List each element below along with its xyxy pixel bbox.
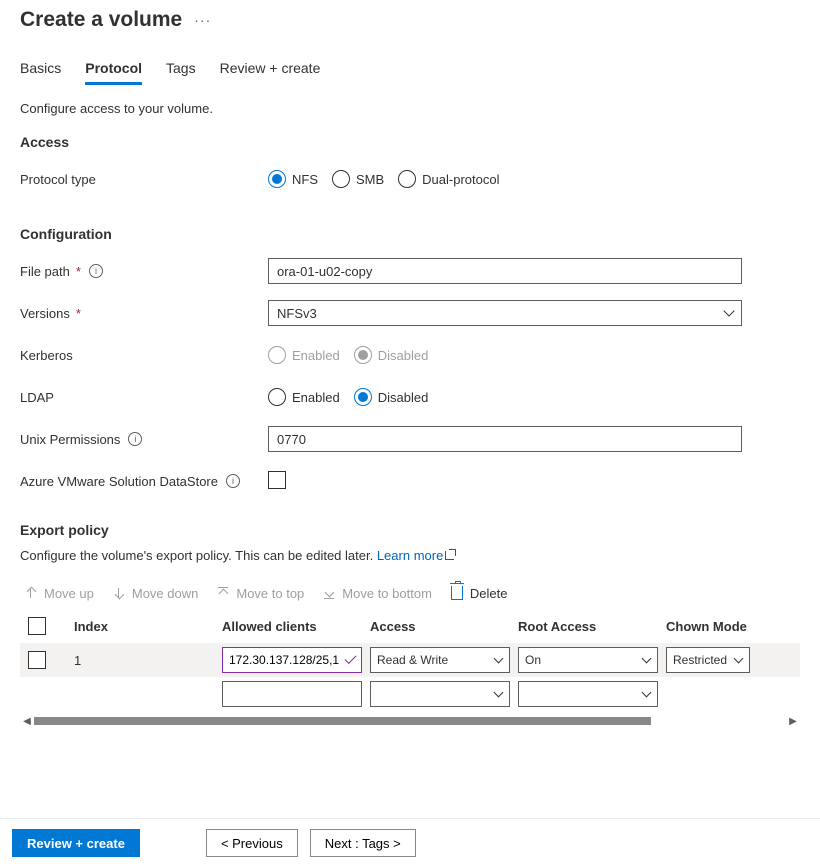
delete-button[interactable]: Delete <box>450 581 508 605</box>
table-row: 1 Read & Write On Restricted <box>20 643 800 677</box>
unix-permissions-input[interactable] <box>268 426 742 452</box>
row-index: 1 <box>74 653 222 668</box>
allowed-clients-input[interactable] <box>222 681 362 707</box>
move-down-button[interactable]: Move down <box>112 581 198 605</box>
learn-more-link[interactable]: Learn more <box>377 548 456 563</box>
wizard-footer: Review + create < Previous Next : Tags > <box>0 818 820 867</box>
section-access: Access <box>20 134 800 150</box>
unix-permissions-label: Unix Permissions i <box>20 432 268 447</box>
move-to-top-button[interactable]: Move to top <box>216 581 304 605</box>
col-index: Index <box>74 619 222 634</box>
protocol-nfs-radio[interactable]: NFS <box>268 170 318 188</box>
kerberos-enabled-radio: Enabled <box>268 346 340 364</box>
access-select[interactable] <box>370 681 510 707</box>
section-export-policy: Export policy <box>20 522 800 538</box>
select-all-checkbox[interactable] <box>28 617 46 635</box>
move-up-button[interactable]: Move up <box>24 581 94 605</box>
file-path-input[interactable] <box>268 258 742 284</box>
radio-dot-icon <box>398 170 416 188</box>
external-link-icon <box>445 549 456 560</box>
next-button[interactable]: Next : Tags > <box>310 829 416 857</box>
kerberos-disabled-radio: Disabled <box>354 346 429 364</box>
root-access-select[interactable]: On <box>518 647 658 673</box>
page-title: Create a volume <box>20 8 182 32</box>
avs-datastore-checkbox[interactable] <box>268 471 286 489</box>
protocol-smb-radio[interactable]: SMB <box>332 170 384 188</box>
arrow-bottom-icon <box>324 587 334 599</box>
radio-dot-icon <box>268 388 286 406</box>
radio-dot-icon <box>268 170 286 188</box>
tab-description: Configure access to your volume. <box>20 101 800 116</box>
arrow-top-icon <box>218 587 228 599</box>
row-checkbox[interactable] <box>28 651 46 669</box>
wizard-tabs: Basics Protocol Tags Review + create <box>20 60 800 85</box>
radio-dot-icon <box>332 170 350 188</box>
access-select[interactable]: Read & Write <box>370 647 510 673</box>
page-header: Create a volume ··· <box>20 8 800 32</box>
arrow-down-icon <box>114 588 124 598</box>
export-policy-table-header: Index Allowed clients Access Root Access… <box>20 611 800 643</box>
chown-mode-select[interactable]: Restricted <box>666 647 750 673</box>
radio-dot-icon <box>354 388 372 406</box>
horizontal-scrollbar[interactable]: ◀ ▶ <box>20 715 800 727</box>
radio-dot-icon <box>354 346 372 364</box>
ldap-disabled-radio[interactable]: Disabled <box>354 388 429 406</box>
root-access-select[interactable] <box>518 681 658 707</box>
protocol-type-label: Protocol type <box>20 172 268 187</box>
avs-datastore-label: Azure VMware Solution DataStore i <box>20 474 268 489</box>
table-row <box>20 677 800 711</box>
tab-protocol[interactable]: Protocol <box>85 60 142 85</box>
tab-review-create[interactable]: Review + create <box>220 60 321 85</box>
export-policy-toolbar: Move up Move down Move to top Move to bo… <box>24 581 800 605</box>
export-policy-description: Configure the volume's export policy. Th… <box>20 548 800 563</box>
info-icon[interactable]: i <box>226 474 240 488</box>
tab-basics[interactable]: Basics <box>20 60 61 85</box>
tab-tags[interactable]: Tags <box>166 60 196 85</box>
scroll-thumb[interactable] <box>34 717 651 725</box>
move-to-bottom-button[interactable]: Move to bottom <box>322 581 432 605</box>
ldap-label: LDAP <box>20 390 268 405</box>
scroll-right-icon[interactable]: ▶ <box>786 716 800 727</box>
section-configuration: Configuration <box>20 226 800 242</box>
more-actions-icon[interactable]: ··· <box>194 12 211 28</box>
allowed-clients-input[interactable] <box>222 647 362 673</box>
col-access: Access <box>370 619 518 634</box>
file-path-label: File path* i <box>20 264 268 279</box>
col-root-access: Root Access <box>518 619 666 634</box>
info-icon[interactable]: i <box>89 264 103 278</box>
info-icon[interactable]: i <box>128 432 142 446</box>
versions-label: Versions* <box>20 306 268 321</box>
protocol-type-group: NFS SMB Dual-protocol <box>268 170 742 188</box>
kerberos-label: Kerberos <box>20 348 268 363</box>
ldap-enabled-radio[interactable]: Enabled <box>268 388 340 406</box>
protocol-dual-radio[interactable]: Dual-protocol <box>398 170 499 188</box>
col-chown-mode: Chown Mode <box>666 619 756 634</box>
radio-dot-icon <box>268 346 286 364</box>
arrow-up-icon <box>26 588 36 598</box>
trash-icon <box>451 586 463 600</box>
scroll-left-icon[interactable]: ◀ <box>20 716 34 727</box>
versions-select[interactable]: NFSv3 <box>268 300 742 326</box>
previous-button[interactable]: < Previous <box>206 829 298 857</box>
review-create-button[interactable]: Review + create <box>12 829 140 857</box>
col-allowed-clients: Allowed clients <box>222 619 370 634</box>
